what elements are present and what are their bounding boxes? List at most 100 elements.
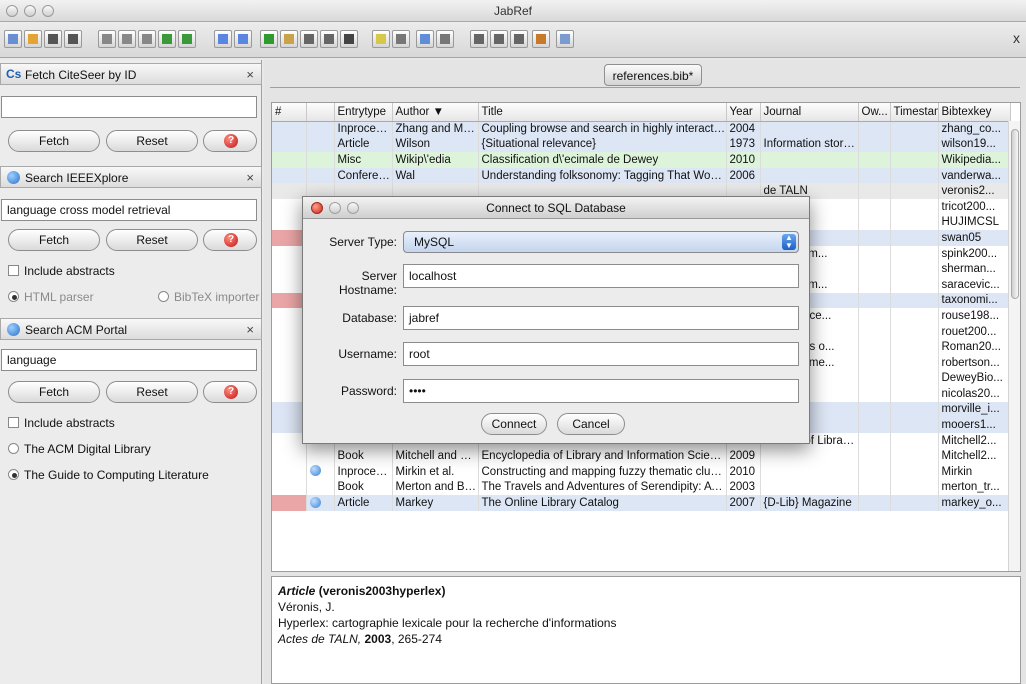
server-type-select[interactable]: MySQL ▲ ▼ [403, 231, 799, 253]
ieee-help-button[interactable]: ? [203, 229, 257, 251]
acm-close-icon[interactable]: × [246, 322, 254, 337]
acm-fetch-button[interactable]: Fetch [8, 381, 100, 403]
online-link-icon[interactable] [309, 465, 321, 477]
password-input[interactable]: •••• [403, 379, 799, 403]
cell-title: Classification d\'ecimale de Dewey [478, 152, 727, 168]
new-entry-glyph [264, 34, 274, 44]
acm-help-button[interactable]: ? [203, 381, 257, 403]
acm-search-input[interactable]: language [1, 349, 257, 371]
toggle-preview-icon[interactable] [490, 30, 508, 48]
copy-icon[interactable] [118, 30, 136, 48]
radio-label: The ACM Digital Library [24, 442, 151, 456]
acm-guide-radio[interactable]: The Guide to Computing Literature [8, 468, 209, 482]
edit-preamble-icon[interactable] [300, 30, 318, 48]
citeseer-fetch-button[interactable]: Fetch [8, 130, 100, 152]
cell-key: tricot200... [938, 198, 1011, 215]
table-row[interactable]: BookMitchell and Vizi...Encyclopedia of … [272, 448, 1011, 465]
new-database-icon[interactable] [4, 30, 22, 48]
ieee-html-parser-radio[interactable]: HTML parser [8, 290, 94, 304]
save-icon[interactable] [44, 30, 62, 48]
connect-button[interactable]: Connect [481, 413, 547, 435]
toggle-groups-glyph [474, 34, 484, 44]
table-row[interactable]: Inproceed...Mirkin et al.Constructing an… [272, 464, 1011, 480]
row-icon-cell [306, 448, 335, 465]
cut-icon[interactable] [98, 30, 116, 48]
column-header[interactable] [306, 103, 335, 122]
ieee-include-abstracts-checkbox[interactable]: Include abstracts [8, 264, 115, 278]
mark-entries-icon[interactable] [372, 30, 390, 48]
cell-empty [858, 464, 891, 480]
fetcher-icon[interactable] [556, 30, 574, 48]
column-header[interactable]: Author ▼ [392, 103, 479, 122]
checkbox-icon [8, 265, 19, 276]
redo-icon[interactable] [178, 30, 196, 48]
table-row[interactable]: Conference Wal Understanding folksonomy: T… [272, 167, 1011, 184]
toggle-groups-icon[interactable] [470, 30, 488, 48]
cleanup-icon[interactable] [340, 30, 358, 48]
undo-icon[interactable] [158, 30, 176, 48]
cell-empty [890, 198, 939, 215]
table-row[interactable]: Inproceed...Zhang and Marc...Coupling br… [272, 121, 1011, 137]
cancel-button[interactable]: Cancel [557, 413, 625, 435]
cell-journal [760, 121, 859, 137]
column-header[interactable]: Timestamp [890, 103, 939, 122]
ieee-search-input[interactable]: language cross model retrieval [1, 199, 257, 221]
column-header[interactable]: Entrytype [334, 103, 393, 122]
online-link-icon[interactable] [309, 496, 321, 508]
acm-include-abstracts-checkbox[interactable]: Include abstracts [8, 416, 115, 430]
preview-icon[interactable] [436, 30, 454, 48]
cell-empty [858, 354, 891, 371]
unmark-icon[interactable] [392, 30, 410, 48]
forward-icon[interactable] [234, 30, 252, 48]
cell-empty [890, 370, 939, 387]
cell-key: Mirkin [938, 464, 1011, 480]
citeseer-close-icon[interactable]: × [246, 67, 254, 82]
row-number [272, 198, 307, 215]
citeseer-help-button[interactable]: ? [203, 130, 257, 152]
cell-type: Conference [334, 167, 393, 184]
table-row[interactable]: Article Markey The Online Library Catalog 2… [272, 495, 1011, 511]
edit-strings-icon[interactable] [320, 30, 338, 48]
column-header[interactable]: Year [726, 103, 761, 122]
back-icon[interactable] [214, 30, 232, 48]
ieee-close-icon[interactable]: × [246, 170, 254, 185]
new-entry-icon[interactable] [260, 30, 278, 48]
table-row[interactable]: Book Merton and Bar... The Travels and Adv… [272, 479, 1011, 496]
latex-icon[interactable] [532, 30, 550, 48]
acm-reset-button[interactable]: Reset [106, 381, 198, 403]
column-header[interactable]: Bibtexkey [938, 103, 1011, 122]
citeseer-id-input[interactable] [1, 96, 257, 118]
entry-table-scrollbar[interactable] [1008, 121, 1020, 571]
open-database-icon[interactable] [24, 30, 42, 48]
preview-year: 2003 [364, 632, 392, 646]
column-header[interactable]: Ow... [858, 103, 891, 122]
dialog-close-button[interactable] [311, 202, 323, 214]
ieee-bibtex-importer-radio[interactable]: BibTeX importer [158, 290, 259, 304]
cell-empty [858, 245, 891, 262]
table-row[interactable]: Article Wilson {Situational relevance} 1973… [272, 136, 1011, 153]
column-header[interactable]: Title [478, 103, 727, 122]
tab-references-bib[interactable]: references.bib* [604, 64, 702, 86]
save-all-icon[interactable] [64, 30, 82, 48]
citeseer-reset-button[interactable]: Reset [106, 130, 198, 152]
username-input[interactable]: root [403, 342, 799, 366]
paste-icon[interactable] [138, 30, 156, 48]
close-toolbar-icon[interactable]: x [1013, 30, 1020, 46]
hostname-input[interactable]: localhost [403, 264, 799, 288]
search-icon[interactable] [416, 30, 434, 48]
ieee-reset-button[interactable]: Reset [106, 229, 198, 251]
cell-empty [890, 308, 939, 324]
table-row[interactable]: Misc Wikip\'edia Classification d\'ecimale… [272, 152, 1011, 168]
database-input[interactable]: jabref [403, 306, 799, 330]
column-header[interactable]: Journal [760, 103, 859, 122]
unmark-glyph [396, 34, 406, 44]
ieee-fetch-button[interactable]: Fetch [8, 229, 100, 251]
scrollbar-thumb[interactable] [1011, 129, 1019, 299]
cell-journal: Information storag... [760, 136, 859, 153]
column-header[interactable]: # [272, 103, 307, 122]
acm-digital-library-radio[interactable]: The ACM Digital Library [8, 442, 151, 456]
edit-entry-icon[interactable] [280, 30, 298, 48]
cell-key: sherman... [938, 261, 1011, 277]
entry-editor-icon[interactable] [510, 30, 528, 48]
cell-type: Article [334, 495, 393, 511]
